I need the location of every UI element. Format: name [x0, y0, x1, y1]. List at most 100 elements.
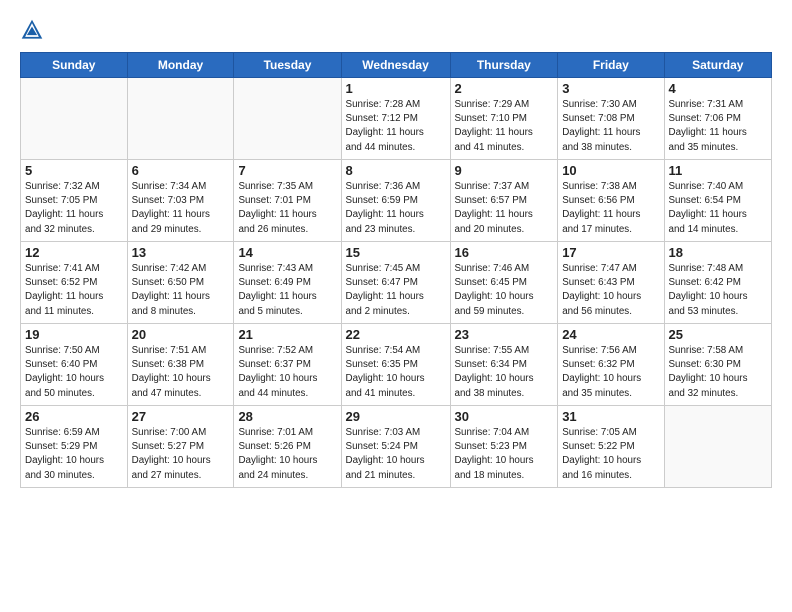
day-info: Sunrise: 7:30 AMSunset: 7:08 PMDaylight:…: [562, 98, 659, 155]
day-cell: 5 Sunrise: 7:32 AMSunset: 7:05 PMDaylight…: [21, 160, 128, 242]
day-info: Sunrise: 7:42 AMSunset: 6:50 PMDaylight:…: [132, 262, 230, 319]
day-info: Sunrise: 7:48 AMSunset: 6:42 PMDaylight:…: [669, 262, 768, 319]
day-number: 22: [346, 327, 446, 342]
day-number: 27: [132, 409, 230, 424]
calendar-table: SundayMondayTuesdayWednesdayThursdayFrid…: [20, 52, 772, 488]
day-number: 28: [238, 409, 336, 424]
day-cell: 26 Sunrise: 6:59 AMSunset: 5:29 PMDayligh…: [21, 406, 128, 488]
day-number: 24: [562, 327, 659, 342]
day-info: Sunrise: 7:40 AMSunset: 6:54 PMDaylight:…: [669, 180, 768, 237]
day-info: Sunrise: 7:32 AMSunset: 7:05 PMDaylight:…: [25, 180, 123, 237]
day-header-tuesday: Tuesday: [234, 53, 341, 78]
day-number: 26: [25, 409, 123, 424]
day-info: Sunrise: 7:43 AMSunset: 6:49 PMDaylight:…: [238, 262, 336, 319]
day-info: Sunrise: 7:35 AMSunset: 7:01 PMDaylight:…: [238, 180, 336, 237]
day-cell: 24 Sunrise: 7:56 AMSunset: 6:32 PMDayligh…: [558, 324, 664, 406]
day-number: 9: [455, 163, 554, 178]
day-number: 18: [669, 245, 768, 260]
day-cell: 27 Sunrise: 7:00 AMSunset: 5:27 PMDayligh…: [127, 406, 234, 488]
day-cell: 23Sunrise: 7:55 AMSunset: 6:34 PMDayligh…: [450, 324, 558, 406]
day-cell: 6Sunrise: 7:34 AMSunset: 7:03 PMDaylight…: [127, 160, 234, 242]
day-cell: 29 Sunrise: 7:03 AMSunset: 5:24 PMDayligh…: [341, 406, 450, 488]
day-cell: [664, 406, 772, 488]
day-cell: 11 Sunrise: 7:40 AMSunset: 6:54 PMDayligh…: [664, 160, 772, 242]
day-number: 10: [562, 163, 659, 178]
day-info: Sunrise: 7:36 AMSunset: 6:59 PMDaylight:…: [346, 180, 446, 237]
day-number: 14: [238, 245, 336, 260]
day-cell: 1 Sunrise: 7:28 AMSunset: 7:12 PMDaylight…: [341, 78, 450, 160]
day-info: Sunrise: 7:00 AMSunset: 5:27 PMDaylight:…: [132, 426, 230, 483]
day-info: Sunrise: 7:38 AMSunset: 6:56 PMDaylight:…: [562, 180, 659, 237]
day-cell: 12 Sunrise: 7:41 AMSunset: 6:52 PMDayligh…: [21, 242, 128, 324]
day-header-saturday: Saturday: [664, 53, 772, 78]
day-info: Sunrise: 7:04 AMSunset: 5:23 PMDaylight:…: [455, 426, 554, 483]
day-cell: 10 Sunrise: 7:38 AMSunset: 6:56 PMDayligh…: [558, 160, 664, 242]
day-number: 23: [455, 327, 554, 342]
day-info: Sunrise: 7:28 AMSunset: 7:12 PMDaylight:…: [346, 98, 446, 155]
day-info: Sunrise: 7:03 AMSunset: 5:24 PMDaylight:…: [346, 426, 446, 483]
day-cell: 22Sunrise: 7:54 AMSunset: 6:35 PMDayligh…: [341, 324, 450, 406]
day-info: Sunrise: 7:47 AMSunset: 6:43 PMDaylight:…: [562, 262, 659, 319]
day-info: Sunrise: 7:52 AMSunset: 6:37 PMDaylight:…: [238, 344, 336, 401]
day-cell: 18 Sunrise: 7:48 AMSunset: 6:42 PMDayligh…: [664, 242, 772, 324]
day-info: Sunrise: 6:59 AMSunset: 5:29 PMDaylight:…: [25, 426, 123, 483]
day-info: Sunrise: 7:58 AMSunset: 6:30 PMDaylight:…: [669, 344, 768, 401]
day-number: 21: [238, 327, 336, 342]
day-number: 16: [455, 245, 554, 260]
day-header-monday: Monday: [127, 53, 234, 78]
day-number: 19: [25, 327, 123, 342]
day-cell: 31Sunrise: 7:05 AMSunset: 5:22 PMDayligh…: [558, 406, 664, 488]
day-number: 5: [25, 163, 123, 178]
day-number: 11: [669, 163, 768, 178]
day-info: Sunrise: 7:01 AMSunset: 5:26 PMDaylight:…: [238, 426, 336, 483]
day-header-thursday: Thursday: [450, 53, 558, 78]
day-number: 31: [562, 409, 659, 424]
day-info: Sunrise: 7:46 AMSunset: 6:45 PMDaylight:…: [455, 262, 554, 319]
day-cell: 9 Sunrise: 7:37 AMSunset: 6:57 PMDaylight…: [450, 160, 558, 242]
week-row-3: 12 Sunrise: 7:41 AMSunset: 6:52 PMDayligh…: [21, 242, 772, 324]
day-cell: 30 Sunrise: 7:04 AMSunset: 5:23 PMDayligh…: [450, 406, 558, 488]
day-info: Sunrise: 7:41 AMSunset: 6:52 PMDaylight:…: [25, 262, 123, 319]
day-number: 29: [346, 409, 446, 424]
calendar-header-row: SundayMondayTuesdayWednesdayThursdayFrid…: [21, 53, 772, 78]
day-info: Sunrise: 7:34 AMSunset: 7:03 PMDaylight:…: [132, 180, 230, 237]
day-cell: [234, 78, 341, 160]
day-number: 12: [25, 245, 123, 260]
day-number: 4: [669, 81, 768, 96]
logo: [20, 18, 48, 42]
day-cell: 28 Sunrise: 7:01 AMSunset: 5:26 PMDayligh…: [234, 406, 341, 488]
day-header-friday: Friday: [558, 53, 664, 78]
day-number: 2: [455, 81, 554, 96]
week-row-5: 26 Sunrise: 6:59 AMSunset: 5:29 PMDayligh…: [21, 406, 772, 488]
day-cell: 8 Sunrise: 7:36 AMSunset: 6:59 PMDaylight…: [341, 160, 450, 242]
day-number: 7: [238, 163, 336, 178]
day-number: 20: [132, 327, 230, 342]
day-cell: 16 Sunrise: 7:46 AMSunset: 6:45 PMDayligh…: [450, 242, 558, 324]
day-number: 1: [346, 81, 446, 96]
week-row-1: 1 Sunrise: 7:28 AMSunset: 7:12 PMDaylight…: [21, 78, 772, 160]
week-row-4: 19 Sunrise: 7:50 AMSunset: 6:40 PMDayligh…: [21, 324, 772, 406]
day-header-wednesday: Wednesday: [341, 53, 450, 78]
day-info: Sunrise: 7:56 AMSunset: 6:32 PMDaylight:…: [562, 344, 659, 401]
day-cell: 19 Sunrise: 7:50 AMSunset: 6:40 PMDayligh…: [21, 324, 128, 406]
day-cell: 13Sunrise: 7:42 AMSunset: 6:50 PMDayligh…: [127, 242, 234, 324]
day-info: Sunrise: 7:51 AMSunset: 6:38 PMDaylight:…: [132, 344, 230, 401]
day-cell: 15Sunrise: 7:45 AMSunset: 6:47 PMDayligh…: [341, 242, 450, 324]
day-header-sunday: Sunday: [21, 53, 128, 78]
day-info: Sunrise: 7:50 AMSunset: 6:40 PMDaylight:…: [25, 344, 123, 401]
logo-icon: [20, 18, 44, 42]
day-cell: 7 Sunrise: 7:35 AMSunset: 7:01 PMDaylight…: [234, 160, 341, 242]
day-cell: [21, 78, 128, 160]
day-number: 25: [669, 327, 768, 342]
day-cell: [127, 78, 234, 160]
day-cell: 14 Sunrise: 7:43 AMSunset: 6:49 PMDayligh…: [234, 242, 341, 324]
day-info: Sunrise: 7:29 AMSunset: 7:10 PMDaylight:…: [455, 98, 554, 155]
day-number: 8: [346, 163, 446, 178]
day-number: 17: [562, 245, 659, 260]
day-info: Sunrise: 7:45 AMSunset: 6:47 PMDaylight:…: [346, 262, 446, 319]
day-cell: 25 Sunrise: 7:58 AMSunset: 6:30 PMDayligh…: [664, 324, 772, 406]
day-info: Sunrise: 7:37 AMSunset: 6:57 PMDaylight:…: [455, 180, 554, 237]
day-cell: 2 Sunrise: 7:29 AMSunset: 7:10 PMDaylight…: [450, 78, 558, 160]
day-number: 30: [455, 409, 554, 424]
day-cell: 3Sunrise: 7:30 AMSunset: 7:08 PMDaylight…: [558, 78, 664, 160]
